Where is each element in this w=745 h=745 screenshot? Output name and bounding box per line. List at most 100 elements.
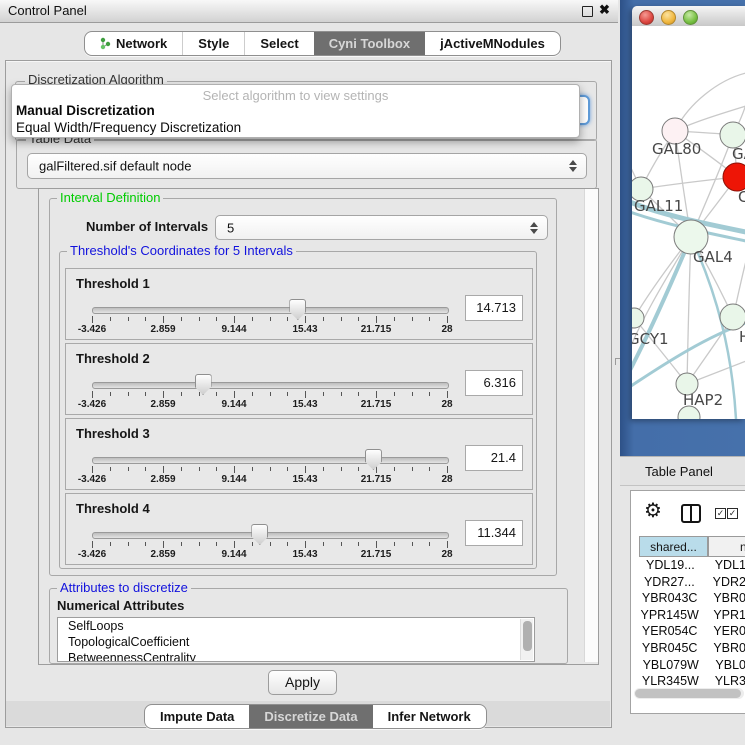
cell-shared-name[interactable]: YDL19... (639, 557, 702, 574)
interval-definition-title: Interval Definition (57, 191, 163, 204)
slider-tick (128, 392, 129, 396)
slider-tick (447, 316, 448, 323)
panel-splitter-handle[interactable] (615, 358, 620, 365)
table-data-value: galFiltered.sif default node (39, 159, 191, 174)
tab-network[interactable]: Network (85, 32, 182, 55)
threshold-slider-thumb[interactable] (289, 299, 306, 320)
threshold-slider-thumb[interactable] (195, 374, 212, 395)
close-traffic-light-icon[interactable] (639, 10, 654, 25)
network-node-h[interactable] (720, 304, 745, 330)
tab-jactivemnodules[interactable]: jActiveMNodules (425, 32, 560, 55)
cell-name[interactable]: YDL1 (702, 557, 745, 574)
threshold-slider-track[interactable] (92, 382, 449, 389)
threshold-slider-track[interactable] (92, 532, 449, 539)
slider-tick (92, 316, 93, 323)
cell-name[interactable]: YPR1 (700, 607, 745, 624)
table-panel: ⚙ ✓ ✓ shared... na YDL19...YDL1YDR27...Y… (630, 490, 745, 714)
threshold-slider-thumb[interactable] (365, 449, 382, 470)
threshold-value-field[interactable]: 14.713 (465, 295, 523, 321)
cell-shared-name[interactable]: YLR345W (639, 673, 702, 686)
split-columns-icon[interactable] (681, 504, 701, 523)
table-header-row: shared... na (639, 536, 745, 557)
cell-name[interactable]: YBR0 (700, 640, 745, 657)
tab-style[interactable]: Style (182, 32, 244, 55)
bottom-tab-infer-network[interactable]: Infer Network (373, 705, 486, 728)
attribute-item-selfloops[interactable]: SelfLoops (58, 618, 534, 634)
zoom-traffic-light-icon[interactable] (683, 10, 698, 25)
slider-tick (447, 391, 448, 398)
threshold-slider-track[interactable] (92, 457, 449, 464)
settings-scrollbar[interactable] (584, 189, 599, 662)
tab-style-label: Style (198, 36, 229, 51)
thresholds-group-title: Threshold's Coordinates for 5 Intervals (67, 244, 296, 257)
column-header-shared-name[interactable]: shared... (639, 536, 708, 557)
slider-tick (429, 542, 430, 546)
table-row[interactable]: YBR043CYBR0 (639, 590, 745, 607)
cell-name[interactable]: YER0 (700, 623, 745, 640)
checkbox-icon[interactable]: ✓ (715, 508, 726, 519)
cell-shared-name[interactable]: YBL079W (639, 657, 702, 674)
slider-tick (92, 391, 93, 398)
cell-shared-name[interactable]: YBR043C (639, 590, 700, 607)
network-canvas[interactable]: GAL80GACGAL11GAL4GCY1HHAP2 (632, 26, 745, 419)
network-node-label: GAL11 (634, 197, 683, 215)
checkbox-icon[interactable]: ✓ (727, 508, 738, 519)
threshold-value-field[interactable]: 11.344 (465, 520, 523, 546)
minimize-traffic-light-icon[interactable] (661, 10, 676, 25)
network-node-gcy1[interactable] (632, 308, 644, 328)
threshold-slider-thumb[interactable] (251, 524, 268, 545)
apply-button[interactable]: Apply (268, 670, 337, 695)
slider-tick (305, 391, 306, 398)
threshold-slider-track[interactable] (92, 307, 449, 314)
attribute-item-betweennesscentrality[interactable]: BetweennessCentrality (58, 650, 534, 662)
slider-tick (128, 542, 129, 546)
number-of-intervals-value: 5 (227, 220, 234, 235)
float-window-icon[interactable] (582, 6, 593, 17)
cell-name[interactable]: YBL0 (702, 657, 745, 674)
number-of-intervals-combobox[interactable]: 5 (215, 215, 548, 240)
table-row[interactable]: YLR345WYLR3 (639, 673, 745, 686)
table-row[interactable]: YDL19...YDL1 (639, 557, 745, 574)
network-node-label: GAL80 (652, 140, 701, 158)
tab-select[interactable]: Select (244, 32, 313, 55)
table-row[interactable]: YBR045CYBR0 (639, 640, 745, 657)
tab-cyni-toolbox[interactable]: Cyni Toolbox (314, 32, 425, 55)
table-row[interactable]: YDR27...YDR2 (639, 574, 745, 591)
cell-name[interactable]: YBR0 (700, 590, 745, 607)
table-horizontal-scrollbar[interactable] (634, 688, 744, 699)
control-panel-tabs: Network Style SelectCyni ToolboxjActiveMNo… (84, 31, 561, 56)
cell-shared-name[interactable]: YPR145W (639, 607, 700, 624)
table-row[interactable]: YPR145WYPR1 (639, 607, 745, 624)
bottom-tab-discretize-data[interactable]: Discretize Data (249, 705, 372, 728)
numerical-attributes-list[interactable]: SelfLoopsTopologicalCoefficientBetweenne… (57, 617, 535, 662)
list-scrollbar[interactable] (520, 619, 533, 660)
attribute-item-topologicalcoefficient[interactable]: TopologicalCoefficient (58, 634, 534, 650)
slider-tick (394, 392, 395, 396)
table-data-combobox[interactable]: galFiltered.sif default node (27, 153, 587, 179)
table-row[interactable]: YBL079WYBL0 (639, 657, 745, 674)
bottom-tab-impute-data[interactable]: Impute Data (145, 705, 249, 728)
attributes-group-title: Attributes to discretize (57, 581, 191, 594)
cell-name[interactable]: YDR2 (700, 574, 745, 591)
slider-tick-label: 9.144 (221, 399, 246, 410)
table-row[interactable]: YER054CYER0 (639, 623, 745, 640)
cell-shared-name[interactable]: YDR27... (639, 574, 700, 591)
gear-icon[interactable]: ⚙ (644, 501, 662, 521)
threshold-value-field[interactable]: 6.316 (465, 370, 523, 396)
algorithm-option-equal-width-frequency-discretization[interactable]: Equal Width/Frequency Discretization (16, 120, 241, 135)
cell-shared-name[interactable]: YBR045C (639, 640, 700, 657)
network-node-c[interactable] (723, 163, 745, 191)
cyni-bottom-tabs: Impute DataDiscretize DataInfer Network (144, 704, 487, 729)
cell-shared-name[interactable]: YER054C (639, 623, 700, 640)
column-header-name[interactable]: na (708, 536, 745, 557)
threshold-value-field[interactable]: 21.4 (465, 445, 523, 471)
slider-tick (145, 467, 146, 471)
slider-tick (323, 542, 324, 546)
slider-tick-label: 9.144 (221, 324, 246, 335)
close-icon[interactable]: ✖ (599, 2, 610, 18)
algorithm-option-manual-discretization[interactable]: Manual Discretization (16, 103, 155, 118)
slider-tick (216, 542, 217, 546)
slider-tick-label: 15.43 (292, 399, 317, 410)
slider-tick-label: 15.43 (292, 549, 317, 560)
cell-name[interactable]: YLR3 (702, 673, 745, 686)
